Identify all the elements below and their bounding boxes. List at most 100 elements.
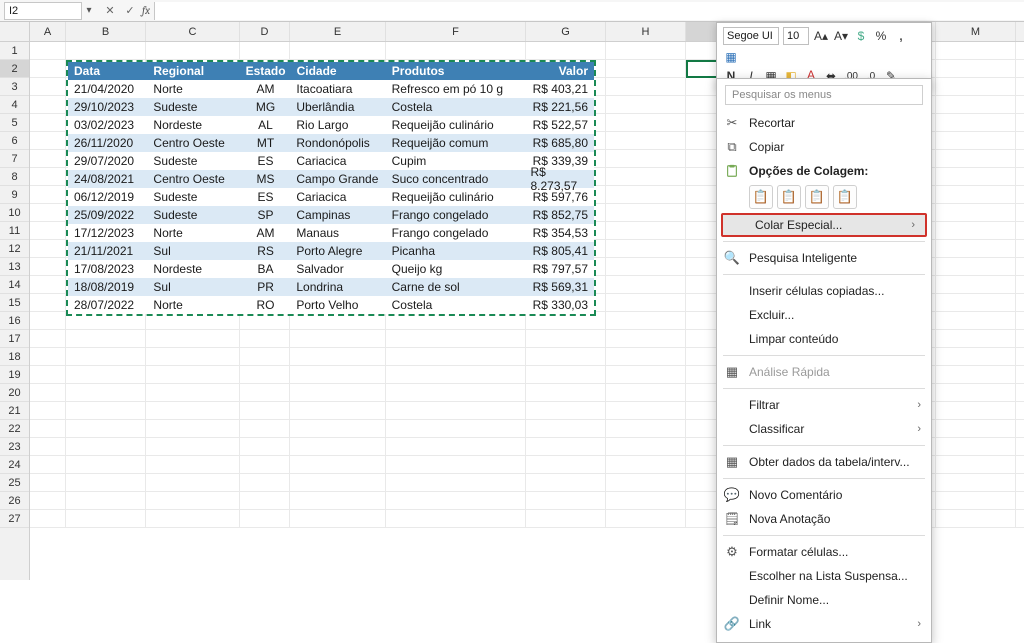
paste-normal-icon[interactable]: 📋 bbox=[749, 185, 773, 209]
col-header[interactable]: A bbox=[30, 22, 66, 41]
comma-format-icon[interactable]: , bbox=[893, 28, 909, 44]
paste-transpose-icon[interactable]: 📋 bbox=[833, 185, 857, 209]
cell-valor: R$ 354,53 bbox=[525, 224, 595, 242]
table-row[interactable]: 03/02/2023NordesteALRio LargoRequeijão c… bbox=[68, 116, 594, 134]
row-header[interactable]: 23 bbox=[0, 438, 29, 456]
cell-regional: Sudeste bbox=[147, 98, 240, 116]
font-size-input[interactable]: 10 bbox=[783, 27, 809, 45]
table-row[interactable]: 29/10/2023SudesteMGUberlândiaCostelaR$ 2… bbox=[68, 98, 594, 116]
table-row[interactable]: 24/08/2021Centro OesteMSCampo GrandeSuco… bbox=[68, 170, 594, 188]
cell-regional: Nordeste bbox=[147, 260, 240, 278]
row-header[interactable]: 15 bbox=[0, 294, 29, 312]
row-header[interactable]: 27 bbox=[0, 510, 29, 528]
cell-cidade: Campo Grande bbox=[290, 170, 385, 188]
row-header[interactable]: 11 bbox=[0, 222, 29, 240]
percent-format-icon[interactable]: % bbox=[873, 28, 889, 44]
cell-estado: PR bbox=[241, 278, 291, 296]
table-row[interactable]: 21/04/2020NorteAMItacoatiaraRefresco em … bbox=[68, 80, 594, 98]
table-row[interactable]: 17/12/2023NorteAMManausFrango congeladoR… bbox=[68, 224, 594, 242]
menu-pick-list[interactable]: Escolher na Lista Suspensa... bbox=[717, 564, 931, 588]
menu-sort[interactable]: Classificar › bbox=[717, 417, 931, 441]
col-header[interactable]: D bbox=[240, 22, 290, 41]
formula-input[interactable] bbox=[154, 2, 1024, 20]
font-name-input[interactable]: Segoe UI bbox=[723, 27, 779, 45]
paste-values-icon[interactable]: 📋 bbox=[777, 185, 801, 209]
row-header[interactable]: 25 bbox=[0, 474, 29, 492]
table-row[interactable]: 21/11/2021SulRSPorto AlegrePicanhaR$ 805… bbox=[68, 242, 594, 260]
table-row[interactable]: 26/11/2020Centro OesteMTRondonópolisRequ… bbox=[68, 134, 594, 152]
cell-valor: R$ 330,03 bbox=[525, 296, 595, 314]
paste-formulas-icon[interactable]: 📋 bbox=[805, 185, 829, 209]
col-header[interactable]: G bbox=[526, 22, 606, 41]
row-header[interactable]: 22 bbox=[0, 420, 29, 438]
cell-data: 26/11/2020 bbox=[68, 134, 147, 152]
row-header[interactable]: 26 bbox=[0, 492, 29, 510]
fx-icon[interactable]: fx bbox=[142, 4, 150, 17]
cell-regional: Sudeste bbox=[147, 152, 240, 170]
col-header[interactable]: F bbox=[386, 22, 526, 41]
table-row[interactable]: 17/08/2023NordesteBASalvadorQueijo kgR$ … bbox=[68, 260, 594, 278]
col-header[interactable]: E bbox=[290, 22, 386, 41]
row-header[interactable]: 2 bbox=[0, 60, 29, 78]
menu-smart-lookup[interactable]: 🔍 Pesquisa Inteligente bbox=[717, 246, 931, 270]
menu-define-name[interactable]: Definir Nome... bbox=[717, 588, 931, 612]
row-header[interactable]: 3 bbox=[0, 78, 29, 96]
cell-regional: Sul bbox=[147, 242, 240, 260]
row-header[interactable]: 18 bbox=[0, 348, 29, 366]
row-header[interactable]: 16 bbox=[0, 312, 29, 330]
menu-link[interactable]: 🔗 Link › bbox=[717, 612, 931, 636]
table-row[interactable]: 18/08/2019SulPRLondrinaCarne de solR$ 56… bbox=[68, 278, 594, 296]
row-header[interactable]: 4 bbox=[0, 96, 29, 114]
row-header[interactable]: 10 bbox=[0, 204, 29, 222]
row-header[interactable]: 5 bbox=[0, 114, 29, 132]
row-header[interactable]: 13 bbox=[0, 258, 29, 276]
menu-insert-copied[interactable]: Inserir células copiadas... bbox=[717, 279, 931, 303]
row-header[interactable]: 19 bbox=[0, 366, 29, 384]
accounting-format-icon[interactable]: $ bbox=[853, 28, 869, 44]
menu-clear-contents[interactable]: Limpar conteúdo bbox=[717, 327, 931, 351]
row-header[interactable]: 21 bbox=[0, 402, 29, 420]
menu-delete[interactable]: Excluir... bbox=[717, 303, 931, 327]
select-all-triangle[interactable] bbox=[0, 22, 30, 41]
menu-get-table-data[interactable]: ▦ Obter dados da tabela/interv... bbox=[717, 450, 931, 474]
col-header[interactable]: B bbox=[66, 22, 146, 41]
row-header[interactable]: 12 bbox=[0, 240, 29, 258]
cancel-icon[interactable]: ✕ bbox=[102, 3, 118, 19]
name-box[interactable]: I2 bbox=[4, 2, 82, 20]
row-header[interactable]: 8 bbox=[0, 168, 29, 186]
decrease-font-icon[interactable]: A▾ bbox=[833, 28, 849, 44]
menu-cut[interactable]: ✂ Recortar bbox=[717, 111, 931, 135]
cell-data: 21/04/2020 bbox=[68, 80, 147, 98]
menu-filter[interactable]: Filtrar › bbox=[717, 393, 931, 417]
menu-format-cells[interactable]: ⚙ Formatar células... bbox=[717, 540, 931, 564]
table-row[interactable]: 29/07/2020SudesteESCariacicaCupimR$ 339,… bbox=[68, 152, 594, 170]
row-header[interactable]: 17 bbox=[0, 330, 29, 348]
name-box-dropdown-icon[interactable]: ▾ bbox=[82, 5, 96, 16]
row-header[interactable]: 24 bbox=[0, 456, 29, 474]
separator bbox=[723, 478, 925, 479]
menu-copy[interactable]: ⧉ Copiar bbox=[717, 135, 931, 159]
row-header[interactable]: 7 bbox=[0, 150, 29, 168]
row-header[interactable]: 1 bbox=[0, 42, 29, 60]
row-header[interactable]: 14 bbox=[0, 276, 29, 294]
table-row[interactable]: 28/07/2022NorteROPorto VelhoCostelaR$ 33… bbox=[68, 296, 594, 314]
menu-search-input[interactable]: Pesquisar os menus bbox=[725, 85, 923, 105]
cell-regional: Centro Oeste bbox=[147, 134, 240, 152]
cell-data: 24/08/2021 bbox=[68, 170, 147, 188]
row-header[interactable]: 9 bbox=[0, 186, 29, 204]
col-header[interactable]: M bbox=[936, 22, 1016, 41]
cell-estado: AM bbox=[241, 224, 291, 242]
menu-paste-special[interactable]: Colar Especial... › bbox=[721, 213, 927, 237]
cell-estado: MS bbox=[241, 170, 291, 188]
menu-new-comment[interactable]: 💬 Novo Comentário bbox=[717, 483, 931, 507]
increase-font-icon[interactable]: A▴ bbox=[813, 28, 829, 44]
menu-new-note[interactable]: 🗒 Nova Anotação bbox=[717, 507, 931, 531]
confirm-icon[interactable]: ✓ bbox=[122, 3, 138, 19]
row-header[interactable]: 20 bbox=[0, 384, 29, 402]
table-row[interactable]: 25/09/2022SudesteSPCampinasFrango congel… bbox=[68, 206, 594, 224]
conditional-format-icon[interactable]: ▦ bbox=[723, 49, 739, 65]
col-header[interactable]: C bbox=[146, 22, 240, 41]
col-header[interactable]: H bbox=[606, 22, 686, 41]
table-row[interactable]: 06/12/2019SudesteESCariacicaRequeijão cu… bbox=[68, 188, 594, 206]
row-header[interactable]: 6 bbox=[0, 132, 29, 150]
